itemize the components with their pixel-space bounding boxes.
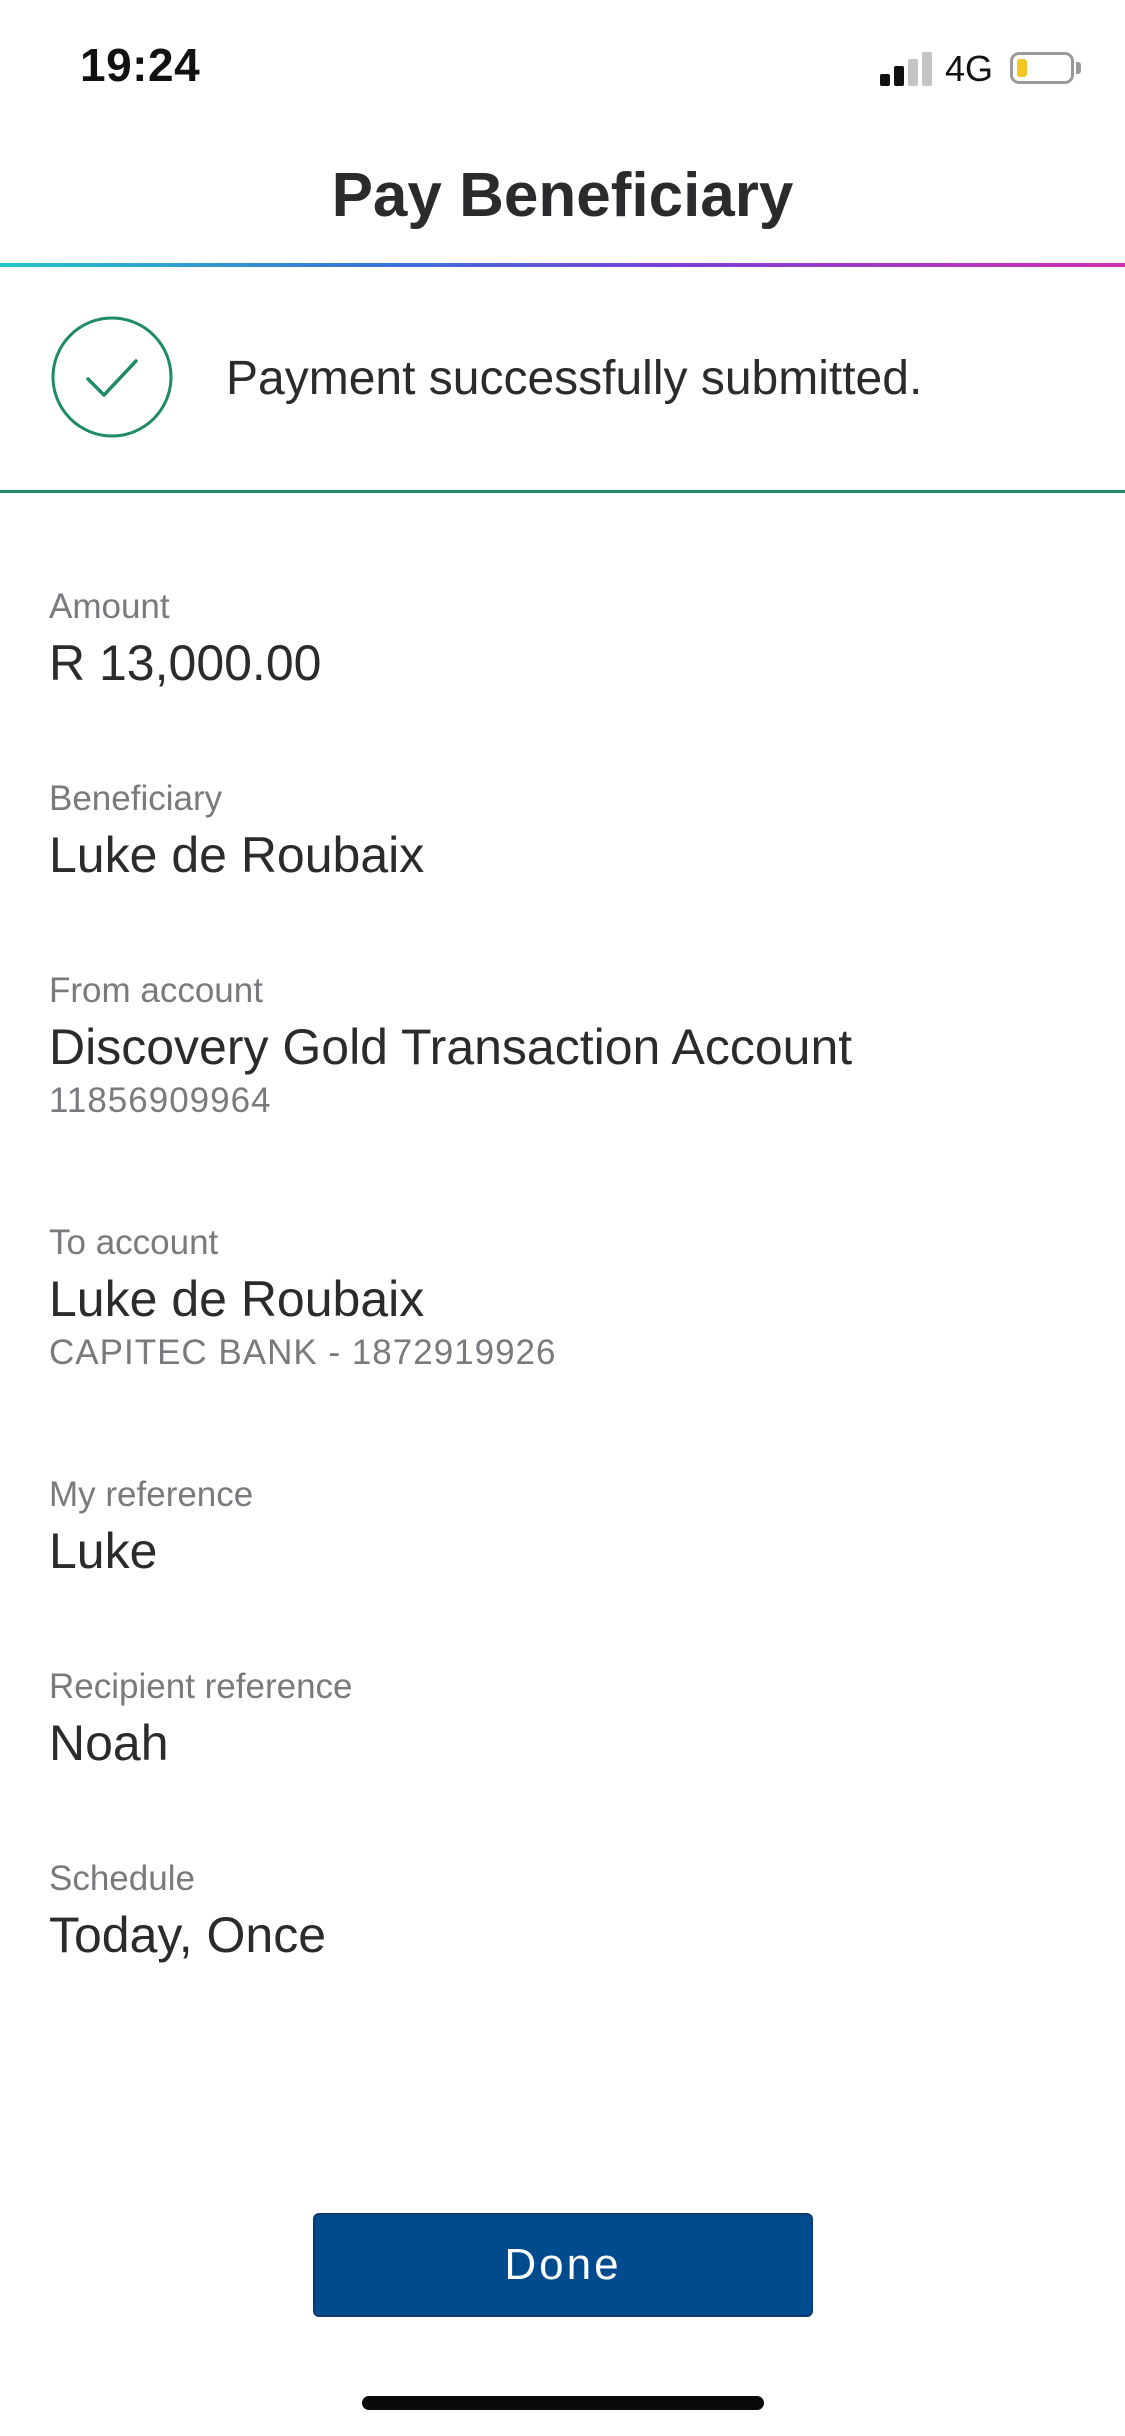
amount-section: Amount R 13,000.00 <box>49 586 321 694</box>
status-bar: 19:24 4G <box>0 0 1125 135</box>
from-account-name: Discovery Gold Transaction Account <box>49 1019 853 1075</box>
done-button[interactable]: Done <box>313 2213 813 2317</box>
page-title: Pay Beneficiary <box>331 161 794 230</box>
status-time: 19:24 <box>80 39 201 91</box>
my-reference-value: Luke <box>49 1523 158 1579</box>
to-account-label: To account <box>49 1223 219 1262</box>
from-account-label: From account <box>49 971 263 1010</box>
recipient-reference-value: Noah <box>49 1715 169 1771</box>
to-account-section: To account Luke de Roubaix CAPITEC BANK … <box>49 1222 556 1374</box>
my-reference-section: My reference Luke <box>49 1474 253 1582</box>
amount-value: R 13,000.00 <box>49 635 322 691</box>
recipient-reference-label: Recipient reference <box>49 1667 353 1706</box>
amount-label: Amount <box>49 587 170 626</box>
from-account-number: 11856909964 <box>49 1081 272 1120</box>
battery-level <box>1017 59 1027 77</box>
schedule-section: Schedule Today, Once <box>49 1858 326 1966</box>
to-account-name: Luke de Roubaix <box>49 1271 425 1327</box>
battery-icon <box>1010 52 1074 84</box>
to-account-bank-number: CAPITEC BANK - 1872919926 <box>49 1333 557 1372</box>
my-reference-label: My reference <box>49 1475 254 1514</box>
schedule-label: Schedule <box>49 1859 195 1898</box>
from-account-section: From account Discovery Gold Transaction … <box>49 970 852 1122</box>
beneficiary-value: Luke de Roubaix <box>49 827 425 883</box>
beneficiary-label: Beneficiary <box>49 779 223 818</box>
home-indicator[interactable] <box>362 2396 764 2410</box>
schedule-value: Today, Once <box>49 1907 327 1963</box>
cellular-signal-icon <box>880 52 934 86</box>
success-divider <box>0 490 1125 493</box>
beneficiary-section: Beneficiary Luke de Roubaix <box>49 778 424 886</box>
success-message: Payment successfully submitted. <box>226 352 923 405</box>
network-type: 4G <box>945 48 994 89</box>
recipient-reference-section: Recipient reference Noah <box>49 1666 353 1774</box>
success-banner: Payment successfully submitted. <box>0 267 1125 493</box>
checkmark-circle-icon <box>51 316 173 438</box>
battery-cap <box>1076 62 1081 74</box>
